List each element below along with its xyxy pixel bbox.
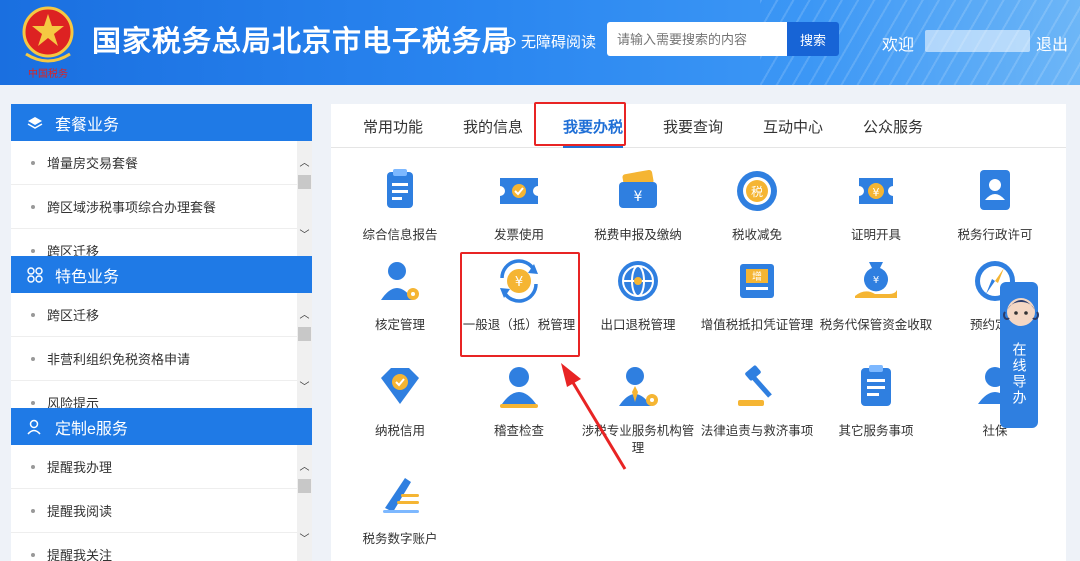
func-agency-management[interactable]: 涉税专业服务机构管理 [579, 362, 697, 457]
vat-voucher-icon: 增 [740, 264, 774, 298]
export-refund-icon [618, 261, 658, 301]
func-certificate[interactable]: ¥ 证明开具 [817, 166, 935, 244]
grid-icon [27, 266, 43, 283]
list-item[interactable]: 非营利组织免税资格申请 [11, 337, 312, 381]
func-digital-account[interactable]: 税务数字账户 [341, 470, 459, 548]
invoice-icon [500, 178, 538, 204]
list-item[interactable]: 提醒我办理 [11, 445, 312, 489]
site-title: 国家税务总局北京市电子税务局 [92, 26, 513, 58]
svg-text:增: 增 [752, 270, 762, 283]
tax-credit-icon [381, 368, 419, 404]
func-invoice-use[interactable]: 发票使用 [460, 166, 578, 244]
func-assessment[interactable]: 核定管理 [341, 256, 459, 334]
scroll-down-icon[interactable]: ﹀ [297, 533, 312, 547]
report-icon [387, 169, 413, 208]
left-sidebar: 套餐业务 增量房交易套餐 跨区域涉税事项综合办理套餐 跨区迁移 ︿ ﹀ 特色业务… [11, 104, 312, 561]
func-tax-declaration[interactable]: ¥ 税费申报及缴纳 [579, 166, 697, 244]
logout-link[interactable]: 退出 [1036, 31, 1068, 55]
func-tax-refund[interactable]: ¥ 一般退（抵）税管理 [460, 256, 578, 334]
list-item[interactable]: 提醒我关注 [11, 533, 312, 561]
scroll-down-icon[interactable]: ﹀ [297, 229, 312, 243]
section-package-list: 增量房交易套餐 跨区域涉税事项综合办理套餐 跨区迁移 ︿ ﹀ [11, 141, 312, 258]
scrollbar[interactable]: ︿ ﹀ [297, 293, 312, 410]
layers-icon [27, 116, 43, 129]
section-package-header[interactable]: 套餐业务 [11, 104, 312, 141]
func-vat-voucher[interactable]: 增 增值税抵扣凭证管理 [698, 256, 816, 334]
func-custody-fund[interactable]: ¥ 税务代保管资金收取 [817, 256, 935, 334]
tab-my-info[interactable]: 我的信息 [443, 104, 543, 148]
section-special-header[interactable]: 特色业务 [11, 256, 312, 293]
online-guide-label: 在线导办 [1011, 342, 1028, 406]
scroll-down-icon[interactable]: ﹀ [297, 381, 312, 395]
func-other-services[interactable]: 其它服务事项 [817, 362, 935, 440]
tab-tax-handling[interactable]: 我要办税 [543, 104, 643, 148]
assessment-icon [381, 262, 419, 300]
agency-icon [619, 367, 658, 406]
legal-icon [738, 365, 772, 406]
other-services-icon [861, 365, 891, 406]
tax-refund-icon: ¥ [500, 259, 538, 303]
func-admin-permit[interactable]: 税务行政许可 [936, 166, 1054, 244]
emblem-caption: 中国税务 [28, 67, 68, 80]
digital-account-icon [383, 478, 419, 513]
section-custom-list: 提醒我办理 提醒我阅读 提醒我关注 ︿ ﹀ [11, 445, 312, 561]
eye-icon [500, 36, 516, 47]
svg-text:¥: ¥ [634, 189, 643, 205]
scroll-up-icon[interactable]: ︿ [297, 309, 312, 323]
certificate-icon: ¥ [859, 178, 893, 204]
section-title: 定制e服务 [55, 420, 128, 438]
accessible-read-link[interactable]: 无障碍阅读 [500, 31, 596, 52]
audit-icon [500, 367, 538, 408]
scrollbar[interactable]: ︿ ﹀ [297, 141, 312, 258]
site-header: 中国税务 国家税务总局北京市电子税务局 无障碍阅读 搜索 欢迎 退出 [0, 0, 1080, 85]
main-panel: 常用功能 我的信息 我要办税 我要查询 互动中心 公众服务 综合信息报告 发票使… [331, 102, 1066, 561]
tax-payment-icon: ¥ [619, 169, 657, 208]
func-tax-reduction[interactable]: 税 税收减免 [698, 166, 816, 244]
section-title: 套餐业务 [55, 116, 120, 134]
section-special-list: 跨区迁移 非营利组织免税资格申请 风险提示 ︿ ﹀ [11, 293, 312, 410]
svg-text:¥: ¥ [873, 275, 879, 286]
func-export-refund[interactable]: 出口退税管理 [579, 256, 697, 334]
tax-emblem-logo: 中国税务 [22, 6, 74, 80]
list-item[interactable]: 风险提示 [11, 381, 312, 410]
tab-bar: 常用功能 我的信息 我要办税 我要查询 互动中心 公众服务 [331, 102, 1066, 148]
list-item[interactable]: 跨区域涉税事项综合办理套餐 [11, 185, 312, 229]
section-title: 特色业务 [55, 268, 120, 286]
func-audit[interactable]: 稽查检查 [460, 362, 578, 440]
svg-text:¥: ¥ [873, 186, 880, 199]
tax-reduction-icon: 税 [737, 171, 777, 211]
username-redacted [925, 30, 1030, 52]
tab-interaction[interactable]: 互动中心 [743, 104, 843, 148]
list-item[interactable]: 提醒我阅读 [11, 489, 312, 533]
scroll-up-icon[interactable]: ︿ [297, 461, 312, 475]
scroll-up-icon[interactable]: ︿ [297, 157, 312, 171]
custody-fund-icon: ¥ [855, 262, 897, 298]
svg-text:¥: ¥ [515, 275, 523, 290]
customer-service-avatar-icon [1003, 298, 1039, 326]
svg-text:税: 税 [751, 185, 763, 199]
func-legal-remedy[interactable]: 法律追责与救济事项 [698, 362, 816, 440]
list-item[interactable]: 跨区迁移 [11, 293, 312, 337]
welcome-text: 欢迎 [882, 37, 915, 54]
func-tax-credit[interactable]: 纳税信用 [341, 362, 459, 440]
tab-public-service[interactable]: 公众服务 [843, 104, 943, 148]
user-icon [27, 419, 41, 435]
admin-permit-icon [980, 170, 1010, 210]
scrollbar[interactable]: ︿ ﹀ [297, 445, 312, 561]
tab-query[interactable]: 我要查询 [643, 104, 743, 148]
tab-common[interactable]: 常用功能 [343, 104, 443, 148]
search-input[interactable] [607, 22, 787, 56]
search-button[interactable]: 搜索 [787, 22, 839, 56]
accessible-read-label: 无障碍阅读 [521, 34, 597, 51]
list-item[interactable]: 增量房交易套餐 [11, 141, 312, 185]
func-comprehensive-report[interactable]: 综合信息报告 [341, 166, 459, 244]
list-item[interactable]: 跨区迁移 [11, 229, 312, 258]
section-custom-header[interactable]: 定制e服务 [11, 408, 312, 445]
